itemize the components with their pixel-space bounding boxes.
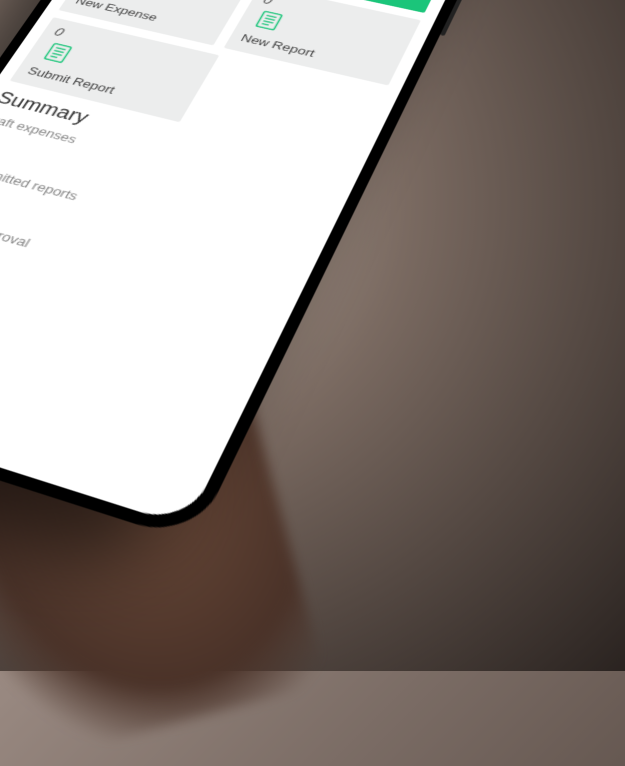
screen: EE ⌇ ❀ 40% Home xyxy=(0,0,494,527)
content: 0 Outstanding Actions 0 New Expense 0 xyxy=(0,0,469,527)
phone-frame: EE ⌇ ❀ 40% Home xyxy=(0,0,507,543)
